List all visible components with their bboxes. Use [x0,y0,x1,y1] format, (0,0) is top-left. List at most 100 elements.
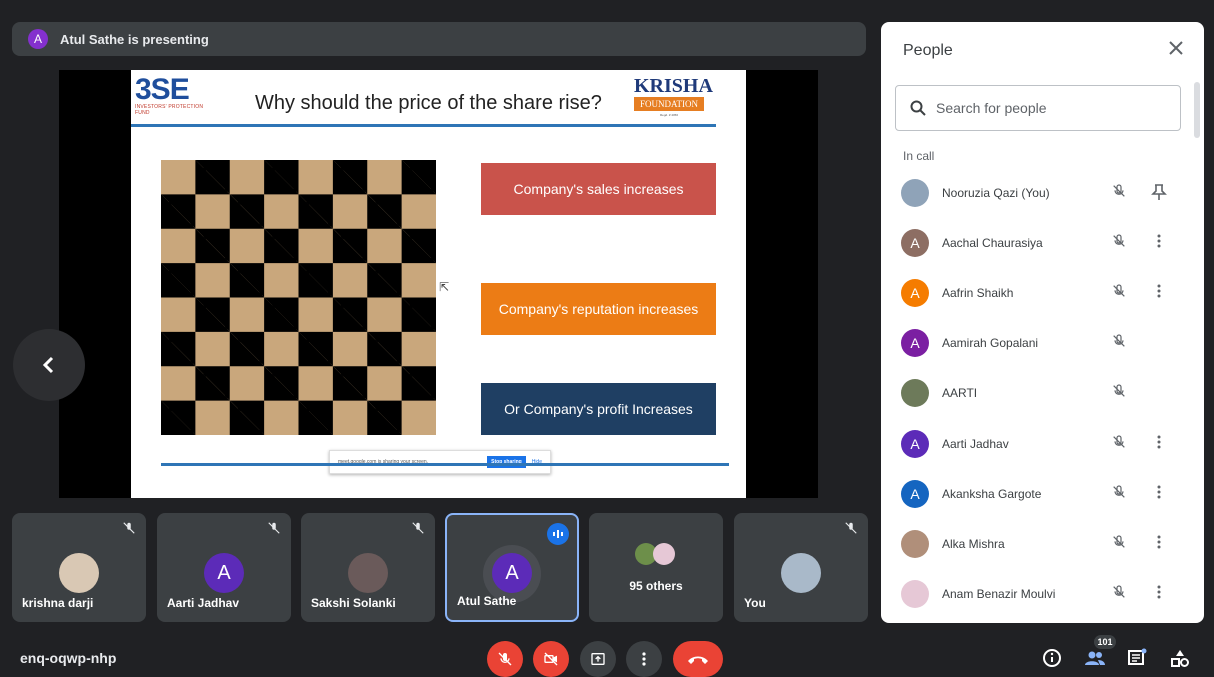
person-name: Aafrin Shaikh [942,286,1014,301]
stop-sharing-button[interactable]: Stop sharing [487,456,526,468]
more-vert-icon [642,652,646,666]
audio-level-icon [547,523,569,545]
more-options-button[interactable] [626,641,662,677]
shared-slide: 3SE INVESTORS' PROTECTION FUND Why shoul… [131,70,746,498]
person-photo [901,179,929,207]
participant-name: Aarti Jadhav [167,596,240,610]
more-vert-icon[interactable] [1151,584,1167,605]
people-list-item[interactable]: A Aachal Chaurasiya [881,218,1199,268]
panel-title: People [903,42,953,59]
slide-divider-top [131,124,716,127]
more-vert-icon[interactable] [1151,484,1167,505]
mic-off-icon [1111,484,1127,505]
person-name: Aarti Jadhav [942,436,1009,451]
presenting-banner: A Atul Sathe is presenting [12,22,866,56]
participant-count-badge: 101 [1094,635,1116,649]
others-avatar [653,543,675,565]
people-list-item[interactable]: A Aafrin Shaikh [881,268,1199,318]
person-name: Nooruzia Qazi (You) [942,186,1050,200]
people-icon[interactable] [1084,648,1106,668]
search-people-field[interactable] [895,85,1181,131]
people-list-item[interactable]: A Aarti Jadhav [881,419,1199,469]
mic-off-icon [1111,183,1127,204]
participant-name: Sakshi Solanki [311,596,396,610]
more-vert-icon[interactable] [1151,283,1167,304]
person-avatar: A [901,429,929,458]
participant-avatar: A [492,553,532,593]
person-name: Aachal Chaurasiya [942,236,1043,251]
person-photo [901,379,929,408]
more-vert-icon[interactable] [1151,233,1167,254]
person-name: Aamirah Gopalani [942,336,1039,351]
mic-off-icon [268,522,280,534]
mic-off-icon [1111,584,1127,605]
participant-tile[interactable]: Sakshi Solanki [301,513,435,622]
participant-tile[interactable]: A Aarti Jadhav [157,513,291,622]
person-avatar: A [901,479,929,508]
mic-off-icon [1111,534,1127,555]
presenter-avatar: A [28,29,48,49]
more-vert-icon[interactable] [1151,534,1167,555]
toggle-mic-button[interactable] [487,641,523,677]
mic-off-icon [498,652,512,666]
bse-logo: 3SE INVESTORS' PROTECTION FUND [135,73,204,117]
more-vert-icon[interactable] [1151,434,1167,455]
person-name: Akanksha Gargote [942,486,1042,501]
in-call-heading: In call [903,149,935,163]
meeting-details-icon[interactable] [1042,648,1062,668]
person-avatar: A [901,279,929,308]
previous-page-button[interactable] [13,329,85,401]
slide-box-profit: Or Company's profit Increases [481,383,716,435]
people-list-item[interactable]: A Aamirah Gopalani [881,318,1199,368]
presenting-text: Atul Sathe is presenting [60,31,209,47]
present-icon [591,653,605,665]
participant-name: You [744,596,766,610]
person-photo [901,579,929,608]
mic-off-icon [123,522,135,534]
mouse-cursor-icon: ⇱ [439,280,450,294]
toggle-camera-button[interactable] [533,641,569,677]
people-list-item[interactable]: Anam Benazir Moulvi [881,569,1199,619]
mic-off-icon [1111,434,1127,455]
people-list-item[interactable]: A Akanksha Gargote [881,469,1199,519]
slide-box-reputation: Company's reputation increases [481,283,716,335]
chat-icon[interactable] [1127,648,1147,668]
leave-call-button[interactable] [673,641,723,677]
participant-avatar: A [204,553,244,593]
people-list-item[interactable]: Alka Mishra [881,519,1199,569]
krisha-foundation-logo: KRISHA FOUNDATION Regd. # 4056 [634,75,713,117]
participant-tile-self[interactable]: You [734,513,868,622]
others-tile[interactable]: 95 others [589,513,723,622]
scrollbar[interactable] [1194,82,1200,138]
people-list-item[interactable]: Nooruzia Qazi (You) [881,168,1199,218]
others-count: 95 others [629,579,683,593]
search-people-input[interactable] [934,99,1158,117]
slide-title: Why should the price of the share rise? [255,92,602,114]
screen-share-notice: meet.google.com is sharing your screen. … [329,450,551,474]
chevron-left-icon [42,356,54,374]
people-list-item[interactable]: AARTI [881,368,1199,418]
mic-off-icon [1111,233,1127,254]
person-photo [901,529,929,558]
person-name: Anam Benazir Moulvi [942,586,1056,601]
meeting-code: enq-oqwp-nhp [20,650,117,666]
mic-off-icon [845,522,857,534]
person-avatar: A [901,329,929,358]
present-screen-button[interactable] [580,641,616,677]
activities-icon[interactable] [1170,648,1190,668]
mic-off-icon [1111,333,1127,354]
close-icon[interactable] [1168,40,1184,56]
participant-photo [781,553,821,593]
participant-name: Atul Sathe [457,594,517,608]
participant-name: krishna darji [22,596,94,610]
mic-off-icon [1111,383,1127,404]
person-name: AARTI [942,386,978,401]
slide-divider-bottom [161,463,729,466]
camera-off-icon [544,652,558,666]
slide-box-sales: Company's sales increases [481,163,716,215]
pin-icon[interactable] [1151,183,1167,206]
person-avatar: A [901,229,929,258]
person-name: Alka Mishra [942,536,1005,551]
participant-tile-speaking[interactable]: A Atul Sathe [445,513,579,622]
participant-tile[interactable]: krishna darji [12,513,146,622]
